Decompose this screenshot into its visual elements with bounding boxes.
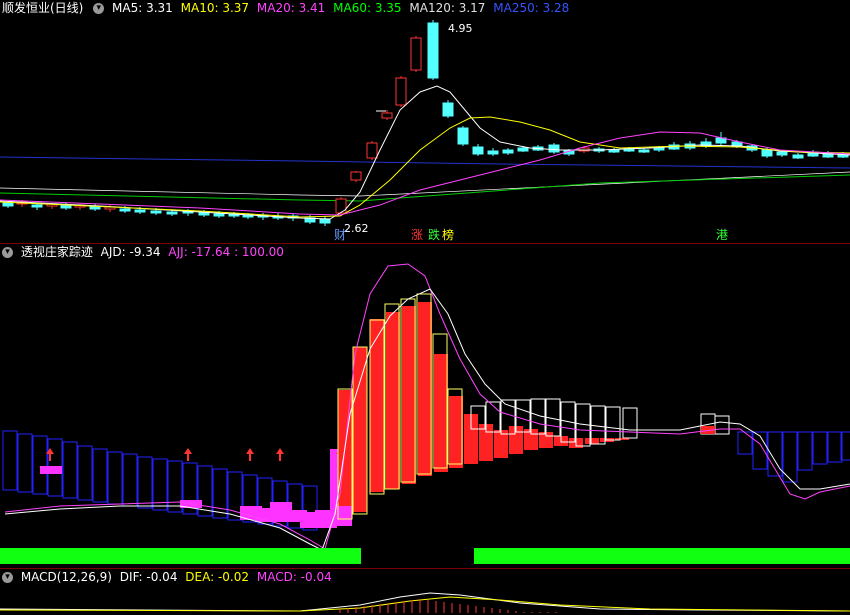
blue-box [752, 431, 768, 470]
event-tag-ranking[interactable]: 榜 [441, 228, 455, 242]
candle-body [166, 211, 178, 215]
candle-body [319, 218, 331, 224]
macd-panel[interactable]: ▾ MACD(12,26,9) DIF: -0.04 DEA: -0.02 MA… [0, 569, 850, 615]
red-bar [434, 354, 448, 472]
candle-body [395, 77, 407, 106]
red-bar [386, 312, 400, 489]
high-price-label: 4.95 [448, 22, 473, 35]
white-box [605, 406, 621, 441]
ma250-line [0, 156, 850, 169]
candle-body [502, 149, 514, 154]
candle-body [442, 102, 454, 117]
blue-box [122, 453, 138, 507]
event-tag-limit-down[interactable]: 跌 [427, 228, 441, 242]
blue-box [107, 451, 123, 505]
event-tag-finance[interactable]: 财 [333, 228, 347, 242]
candle-body [2, 202, 14, 207]
ma60-line [0, 174, 850, 202]
red-bar [402, 306, 416, 484]
blue-box [137, 456, 153, 509]
macd-chart[interactable] [0, 569, 850, 615]
candle-body [487, 150, 499, 155]
indicator-panel[interactable]: ▾ 透视庄家踪迹 AJD: -9.34 AJJ: -17.64 : 100.00 [0, 244, 850, 568]
candle-body [472, 146, 484, 155]
green-signal-bar [474, 548, 850, 564]
candle-body [792, 154, 804, 159]
ma120-line [0, 171, 850, 197]
blue-box [827, 431, 843, 463]
white-box [622, 407, 638, 439]
candle-body [150, 210, 162, 214]
candle-body [761, 149, 773, 157]
candle-body [119, 208, 131, 212]
candle-body [638, 149, 650, 153]
candle-body [366, 142, 378, 159]
blue-box [797, 431, 813, 471]
candlestick-chart[interactable] [0, 0, 850, 243]
blue-box [62, 441, 78, 499]
candle-body [776, 151, 788, 156]
event-tag-limit-up[interactable]: 涨 [410, 228, 424, 242]
ma20-line [0, 131, 850, 216]
red-bar [418, 302, 432, 476]
candle-body [381, 112, 393, 119]
red-arrow-icon [246, 448, 254, 454]
candle-body [410, 37, 422, 71]
candle-body [608, 149, 620, 153]
blue-box [167, 460, 183, 513]
red-arrow-icon [276, 448, 284, 454]
blue-box [812, 431, 828, 465]
candle-body [335, 198, 347, 214]
blue-box [77, 445, 93, 501]
blue-box [737, 431, 753, 455]
red-bar [353, 347, 367, 512]
red-bar [449, 396, 463, 468]
blue-box [17, 433, 33, 493]
candle-body [548, 144, 560, 153]
blue-box [212, 468, 228, 519]
candle-body [213, 213, 225, 217]
blue-box [32, 435, 48, 495]
candle-body [134, 209, 146, 213]
event-tag-hk[interactable]: 港 [715, 228, 729, 242]
candle-body [653, 147, 665, 151]
ma5-line [0, 85, 850, 220]
candle-body [517, 147, 529, 152]
white-box [714, 415, 730, 435]
dif-line [0, 592, 850, 612]
magenta-block [40, 466, 62, 474]
candle-body [198, 212, 210, 216]
dea-line [0, 596, 850, 612]
candle-body [427, 22, 439, 79]
candle-body [457, 127, 469, 145]
candle-body [31, 204, 43, 208]
price-panel[interactable]: 顺发恒业(日线) ▾ MA5: 3.31 MA10: 3.37 MA20: 3.… [0, 0, 850, 243]
candle-body [350, 171, 362, 181]
blue-box [2, 430, 18, 491]
red-arrow-icon [184, 448, 192, 454]
indicator-chart[interactable] [0, 244, 850, 568]
green-signal-bar [0, 548, 361, 564]
red-bar [585, 438, 599, 444]
blue-box [197, 465, 213, 517]
blue-box [92, 448, 108, 503]
